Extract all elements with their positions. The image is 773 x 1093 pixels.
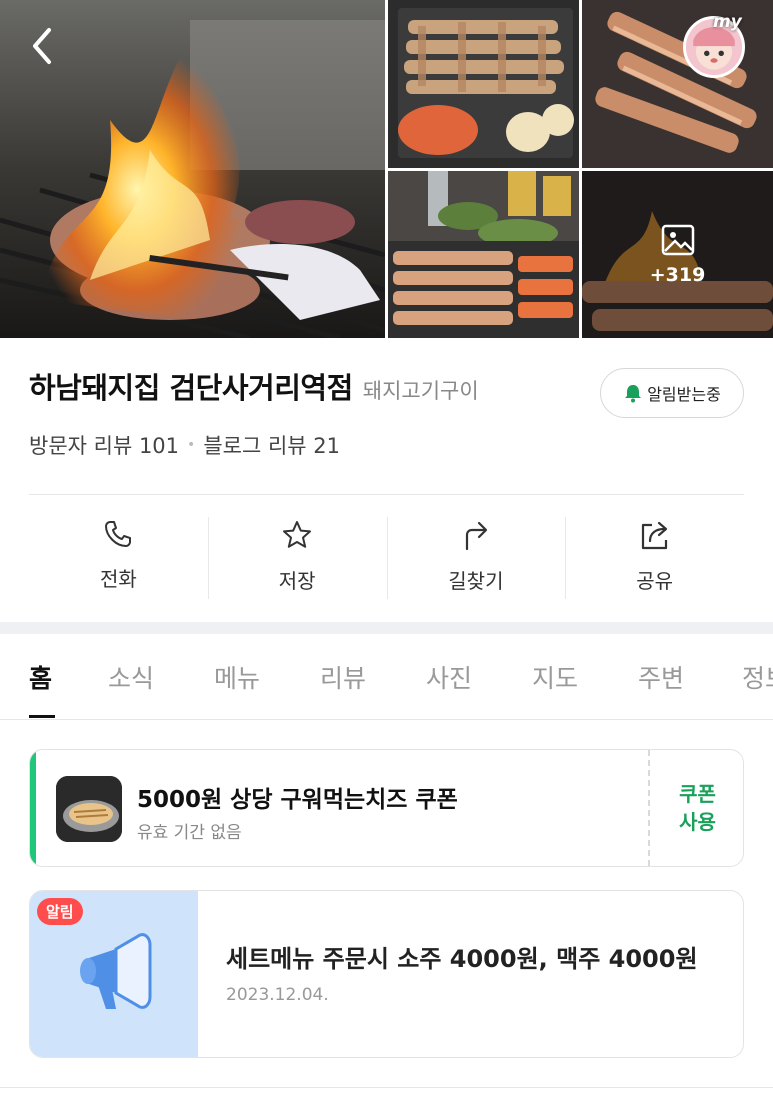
notice-date: 2023.12.04.: [226, 985, 329, 1005]
blog-review-link[interactable]: 블로그 리뷰 21: [203, 430, 340, 460]
tab-photos[interactable]: 사진: [426, 659, 472, 695]
place-category: 돼지고기구이: [362, 379, 479, 403]
tab-nearby[interactable]: 주변: [638, 659, 684, 695]
alert-subscribe-label: 알림받는중: [647, 385, 721, 404]
use-coupon-label-line2: 사용: [679, 810, 716, 834]
directions-button[interactable]: 길찾기: [386, 517, 566, 599]
share-button[interactable]: 공유: [565, 517, 744, 599]
use-coupon-button[interactable]: 쿠폰 사용: [650, 750, 743, 866]
review-summary: 방문자 리뷰 101 • 블로그 리뷰 21: [29, 430, 744, 460]
save-button[interactable]: 저장: [207, 517, 387, 599]
more-photos-count: +319: [649, 263, 706, 286]
tab-home[interactable]: 홈: [29, 659, 52, 695]
notice-title: 세트메뉴 주문시 소주 4000원, 맥주 4000원: [226, 945, 698, 973]
place-detail-screen: +319 my 하남돼지집 검단사거리역점 돼지고기구이 알림받는중 방문자 리…: [0, 0, 773, 1093]
photo-table-setting[interactable]: [388, 171, 579, 338]
notice-image: 알림: [30, 891, 198, 1057]
star-icon: [283, 521, 312, 548]
bell-icon: [625, 385, 642, 403]
coupon-validity: 유효 기간 없음: [137, 823, 242, 843]
save-label: 저장: [278, 569, 316, 593]
phone-icon: [105, 521, 132, 547]
photo-grilled-pork[interactable]: [582, 0, 773, 168]
action-bar: 전화 저장 길찾기 공유: [29, 517, 744, 599]
tab-bar: 홈 소식 메뉴 리뷰 사진 지도 주변 정보: [0, 634, 773, 720]
coupon-thumbnail: [56, 776, 122, 842]
back-button[interactable]: [20, 22, 64, 70]
share-icon: [641, 521, 667, 550]
coupon-accent-stripe: [30, 750, 36, 866]
photo-gallery: +319 my: [0, 0, 773, 338]
my-tag: my: [713, 12, 742, 32]
section-gap: [0, 622, 773, 634]
tab-news[interactable]: 소식: [108, 659, 154, 695]
active-tab-indicator: [29, 715, 55, 718]
tab-reviews[interactable]: 리뷰: [320, 659, 366, 695]
coupon-card: 5000원 상당 구워먹는치즈 쿠폰 유효 기간 없음 쿠폰 사용: [29, 749, 744, 867]
more-photos-overlay[interactable]: +319: [582, 171, 773, 338]
call-label: 전화: [99, 567, 137, 591]
separator-dot: •: [187, 437, 196, 453]
tab-map[interactable]: 지도: [532, 659, 578, 695]
alert-subscribe-button[interactable]: 알림받는중: [600, 368, 744, 418]
tab-menu[interactable]: 메뉴: [214, 659, 260, 695]
bottom-divider: [0, 1087, 773, 1088]
use-coupon-label-line1: 쿠폰: [679, 782, 716, 806]
notice-card[interactable]: 알림 세트메뉴 주문시 소주 4000원, 맥주 4000원 2023.12.0…: [29, 890, 744, 1058]
divider: [29, 494, 744, 495]
place-name: 하남돼지집 검단사거리역점: [29, 371, 353, 405]
visitor-review-link[interactable]: 방문자 리뷰 101: [29, 430, 179, 460]
tab-info[interactable]: 정보: [742, 659, 773, 695]
share-label: 공유: [636, 569, 674, 593]
call-button[interactable]: 전화: [29, 517, 208, 599]
coupon-title: 5000원 상당 구워먹는치즈 쿠폰: [137, 787, 458, 813]
photo-pork-belly-tray[interactable]: [388, 0, 579, 168]
directions-label: 길찾기: [448, 569, 504, 593]
image-icon: [661, 224, 694, 255]
notice-badge: 알림: [37, 898, 83, 925]
directions-icon: [465, 521, 487, 551]
place-header: 하남돼지집 검단사거리역점 돼지고기구이 알림받는중 방문자 리뷰 101 • …: [29, 365, 744, 460]
chevron-left-icon: [33, 28, 51, 64]
megaphone-icon: [80, 933, 152, 1009]
